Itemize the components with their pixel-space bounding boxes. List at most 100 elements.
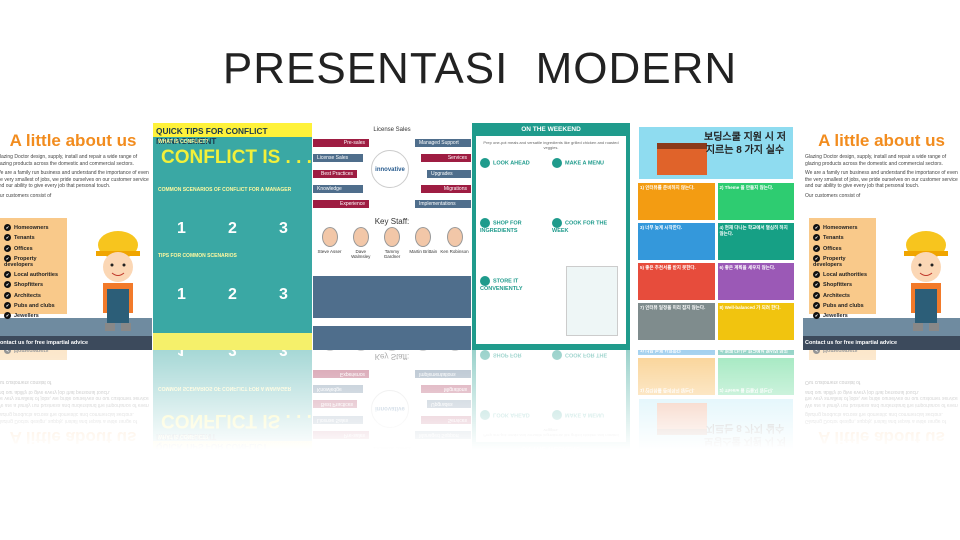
scenario-number: 1 (177, 350, 186, 358)
mistake-card: 5) 좋은 추천서를 받지 못한다. (638, 263, 715, 300)
license-title: License Sales (373, 445, 411, 451)
about-footer: Contact us for free impartial advice (803, 336, 960, 350)
customer-item: Tenants (813, 234, 872, 241)
step-label: STORE IT CONVENIENTLY (480, 276, 550, 292)
staff-member: Steve Asser (314, 350, 345, 351)
weekend-heading: ON THE WEEKEND (521, 126, 581, 133)
mistake-card: 7) 인터뷰 일정을 미리 잡지 않는다. (638, 303, 715, 340)
customer-item: Jewellers (4, 312, 63, 319)
staff-member: Tammy Gardner (377, 350, 408, 351)
about-paragraph: Glazing Doctor design, supply, install a… (805, 154, 947, 167)
about-us-infographic-right: A little about us Glazing Doctor design,… (803, 123, 960, 350)
customer-list: Homeowners Tenants Offices Property deve… (0, 218, 67, 319)
customer-item: Architects (4, 292, 63, 299)
staff-member: Martin Brittain (408, 350, 439, 351)
panel-reflection: A little about us Glazing Doctor design,… (803, 350, 960, 455)
customer-item: Local authorities (813, 271, 872, 278)
customer-item: Shopfitters (4, 281, 63, 288)
panel-reflection-content: ON THE WEEKEND Prep one-pot meals and ve… (472, 350, 630, 455)
step-label: SHOP FOR INGREDIENTS (480, 350, 550, 360)
staff-member: Martin Brittain (408, 227, 439, 259)
staff-member: Tammy Gardner (377, 227, 408, 259)
service-item: Best Practices (313, 170, 357, 178)
mistake-card: 4) 현재 다니는 학교에서 열심히 하지 않는다. (717, 350, 794, 355)
staff-name: Tammy Gardner (383, 249, 401, 259)
school-illustration (657, 143, 707, 175)
staff-avatar (446, 227, 463, 247)
staff-avatar (352, 227, 369, 247)
staff-avatar (321, 227, 338, 247)
partner-footer (313, 326, 471, 350)
scenarios-heading: COMMON SCENARIOS OF CONFLICT FOR A MANAG… (158, 385, 292, 391)
panel-reflection: License Sales Pre-sales License Sales Be… (313, 350, 471, 455)
service-item: Migrations (421, 185, 471, 193)
staff-avatar (415, 350, 432, 351)
mistake-card: 2) Theme 을 만들지 않는다. (717, 183, 794, 220)
step-label: MAKE A MENU (552, 158, 604, 168)
panel-reflection: QUICK TIPS FOR CONFLICT MANAGEMENT WHAT … (153, 350, 312, 455)
service-item: License Sales (313, 416, 363, 424)
conflict-is: CONFLICT IS . . . (161, 410, 312, 431)
service-item: Pre-sales (313, 139, 369, 147)
weekend-intro: Prep one-pot meals and versatile ingredi… (483, 140, 619, 150)
customer-item: Jewellers (813, 312, 872, 319)
mistake-card: 3) 너무 늦게 시작한다. (638, 223, 715, 260)
step-label: LOOK AHEAD (480, 410, 530, 420)
about-paragraph: Our customers consist of (0, 379, 52, 386)
worker-illustration (904, 231, 948, 331)
staff-avatar (352, 350, 369, 351)
service-item: Upgrades (427, 170, 471, 178)
service-item: Implementations (415, 200, 471, 208)
korean-heading: 보딩스쿨 지원 시 저지르는 8 가지 실수 (704, 132, 786, 156)
boarding-school-infographic: 보딩스쿨 지원 시 저지르는 8 가지 실수 1) 인터뷰를 준비하지 않는다.… (635, 123, 797, 350)
service-item: Services (421, 154, 471, 162)
about-paragraph: Glazing Doctor design, supply, install a… (805, 411, 947, 425)
mistake-card: 1) 인터뷰를 준비하지 않는다. (638, 358, 715, 395)
staff-name: Ken Robinson (440, 249, 469, 254)
license-title: License Sales (373, 127, 411, 133)
panel-reflection-content: 보딩스쿨 지원 시 저지르는 8 가지 실수 1) 인터뷰를 준비하지 않는다.… (635, 350, 797, 455)
mistake-grid: 1) 인터뷰를 준비하지 않는다. 2) Theme 을 만들지 않는다. 3) 너… (635, 350, 797, 395)
scenario-number: 2 (228, 220, 237, 237)
customer-item: Tenants (4, 234, 63, 241)
panel-reflection: A little about us Glazing Doctor design,… (0, 350, 152, 455)
about-paragraph: Our customers consist of (805, 379, 861, 386)
korean-heading: 보딩스쿨 지원 시 저지르는 8 가지 실수 (704, 422, 786, 446)
service-item: Implementations (415, 370, 471, 378)
mistake-card: 1) 인터뷰를 준비하지 않는다. (638, 183, 715, 220)
customer-item: Shopfitters (813, 281, 872, 288)
mistake-card: 3) 너무 늦게 시작한다. (638, 350, 715, 355)
step-label: LOOK AHEAD (480, 158, 530, 168)
staff-name: Dave Walmsley (351, 249, 371, 259)
conflict-heading: QUICK TIPS FOR CONFLICT MANAGEMENT (153, 123, 312, 146)
about-heading: A little about us (9, 131, 137, 150)
staff-avatar (415, 227, 432, 247)
service-item: Experience (313, 370, 369, 378)
customer-item: Offices (813, 245, 872, 252)
innovative-logo: innovative (371, 150, 409, 188)
about-us-infographic-left: A little about us Glazing Doctor design,… (0, 123, 152, 350)
customer-list: Homeowners Tenants Offices Property deve… (0, 350, 67, 360)
scenario-number: 3 (279, 350, 288, 358)
customer-list: Homeowners Tenants Offices Property deve… (809, 350, 876, 360)
panel-reflection-content: A little about us Glazing Doctor design,… (0, 350, 152, 455)
mistake-card: 8) Well-balanced 가 되려 한다. (717, 303, 794, 340)
service-item: Best Practices (313, 400, 357, 408)
worker-illustration (96, 231, 140, 331)
staff-member: Dave Walmsley (345, 350, 376, 351)
step-label: COOK FOR THE WEEK (552, 350, 622, 360)
staff-avatar (384, 350, 400, 351)
conflict-heading: QUICK TIPS FOR CONFLICT MANAGEMENT (153, 432, 312, 455)
mistake-card: 2) Theme 을 만들지 않는다. (717, 358, 794, 395)
customer-item: Property developers (4, 255, 63, 268)
conflict-management-infographic: QUICK TIPS FOR CONFLICT MANAGEMENT WHAT … (153, 123, 312, 350)
staff-list: Steve Asser Dave Walmsley Tammy Gardner … (314, 227, 470, 259)
service-item: Pre-sales (313, 431, 369, 439)
staff-avatar (446, 350, 463, 351)
tip-number: 3 (279, 286, 288, 303)
about-paragraph: Glazing Doctor design, supply, install a… (0, 154, 138, 167)
about-paragraph: We are a family run business and underst… (805, 389, 958, 408)
weekend-meal-prep-infographic: ON THE WEEKEND Prep one-pot meals and ve… (472, 123, 630, 350)
mistake-card: 6) 좋은 계획을 세우지 않는다. (717, 263, 794, 300)
scenario-number: 2 (228, 350, 237, 358)
